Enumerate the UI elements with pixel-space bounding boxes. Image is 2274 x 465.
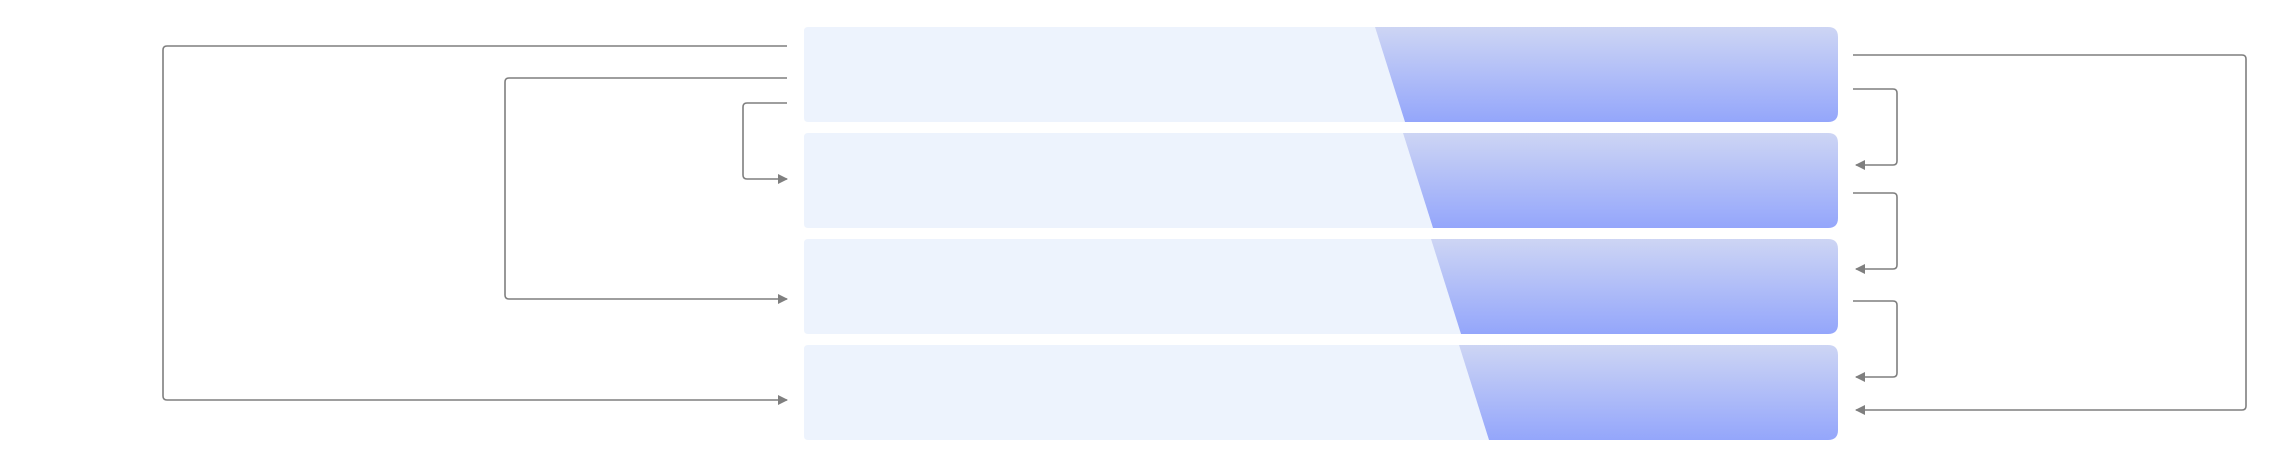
row-2 [804, 133, 1838, 228]
row-4 [804, 345, 1838, 440]
diagram-stage [0, 0, 2274, 465]
left-connectors [162, 45, 788, 405]
row-1-right-panel [1375, 27, 1838, 122]
left-connector-2 [504, 77, 788, 304]
row-3-right-panel [1431, 239, 1838, 334]
row-3 [804, 239, 1838, 334]
right-connectors [1853, 54, 2247, 415]
row-2-left-panel [804, 133, 1433, 228]
right-connector-2 [1853, 192, 1898, 274]
right-connector-3 [1853, 300, 1898, 382]
row-1-left-panel [804, 27, 1405, 122]
rows-layer [804, 27, 1838, 440]
right-connector-1 [1853, 88, 1898, 170]
row-3-left-panel [804, 239, 1461, 334]
row-4-left-panel [804, 345, 1489, 440]
row-4-right-panel [1459, 345, 1838, 440]
right-connector-4 [1853, 54, 2247, 415]
row-2-right-panel [1403, 133, 1838, 228]
left-connector-1 [162, 45, 788, 405]
flow-diagram [162, 27, 2247, 440]
row-1 [804, 27, 1838, 122]
left-connector-3 [742, 102, 788, 184]
